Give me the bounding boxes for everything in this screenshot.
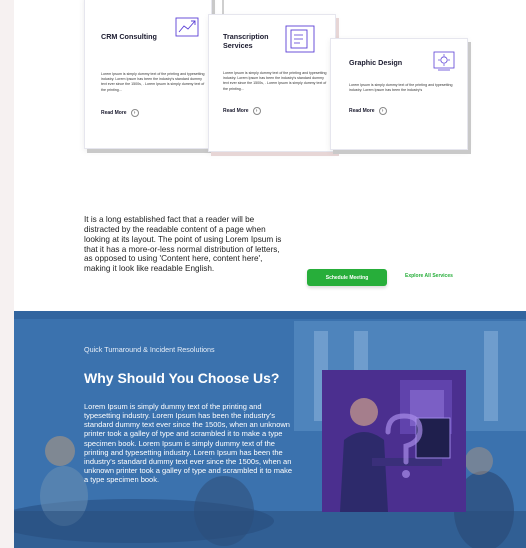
read-more-link[interactable]: Read More › (223, 107, 261, 115)
schedule-meeting-button[interactable]: Schedule Meeting (307, 269, 387, 286)
card-divider (337, 20, 339, 38)
card-divider (222, 0, 224, 14)
consultant-image (322, 370, 466, 512)
arrow-right-icon: › (130, 109, 139, 117)
service-description: Lorem Ipsum is simply dummy text of the … (101, 72, 205, 92)
arrow-right-icon: › (252, 107, 261, 115)
service-title: CRM Consulting (101, 32, 157, 41)
service-description: Lorem Ipsum is simply dummy text of the … (223, 71, 327, 91)
read-more-label: Read More (349, 108, 375, 114)
about-paragraph: It is a long established fact that a rea… (84, 215, 282, 274)
transcription-icon (285, 25, 315, 53)
service-card-crm: CRM Consulting Lorem Ipsum is simply dum… (84, 0, 212, 149)
explore-all-services-link[interactable]: Explore All Services (405, 273, 453, 279)
consultant-photo (322, 370, 466, 512)
graphic-design-icon (433, 51, 455, 71)
why-choose-us-section: Quick Turnaround & Incident Resolutions … (14, 311, 526, 548)
service-description: Lorem Ipsum is simply dummy text of the … (349, 83, 453, 93)
crm-icon (175, 17, 199, 37)
read-more-link[interactable]: Read More › (349, 107, 387, 115)
left-margin-strip (0, 0, 14, 548)
service-title: Transcription Services (223, 32, 269, 50)
why-title: Why Should You Choose Us? (84, 370, 280, 386)
arrow-right-icon: › (378, 107, 387, 115)
service-title: Graphic Design (349, 58, 403, 67)
read-more-label: Read More (223, 108, 249, 114)
why-kicker-text: Quick Turnaround & Incident Resolutions (84, 345, 215, 354)
why-body-text: Lorem Ipsum is simply dummy text of the … (84, 402, 293, 485)
service-card-graphic-design: Graphic Design Lorem Ipsum is simply dum… (330, 38, 468, 150)
read-more-label: Read More (101, 110, 127, 116)
read-more-link[interactable]: Read More › (101, 109, 139, 117)
page: CRM Consulting Lorem Ipsum is simply dum… (0, 0, 526, 548)
service-card-transcription: Transcription Services Lorem Ipsum is si… (208, 14, 336, 152)
